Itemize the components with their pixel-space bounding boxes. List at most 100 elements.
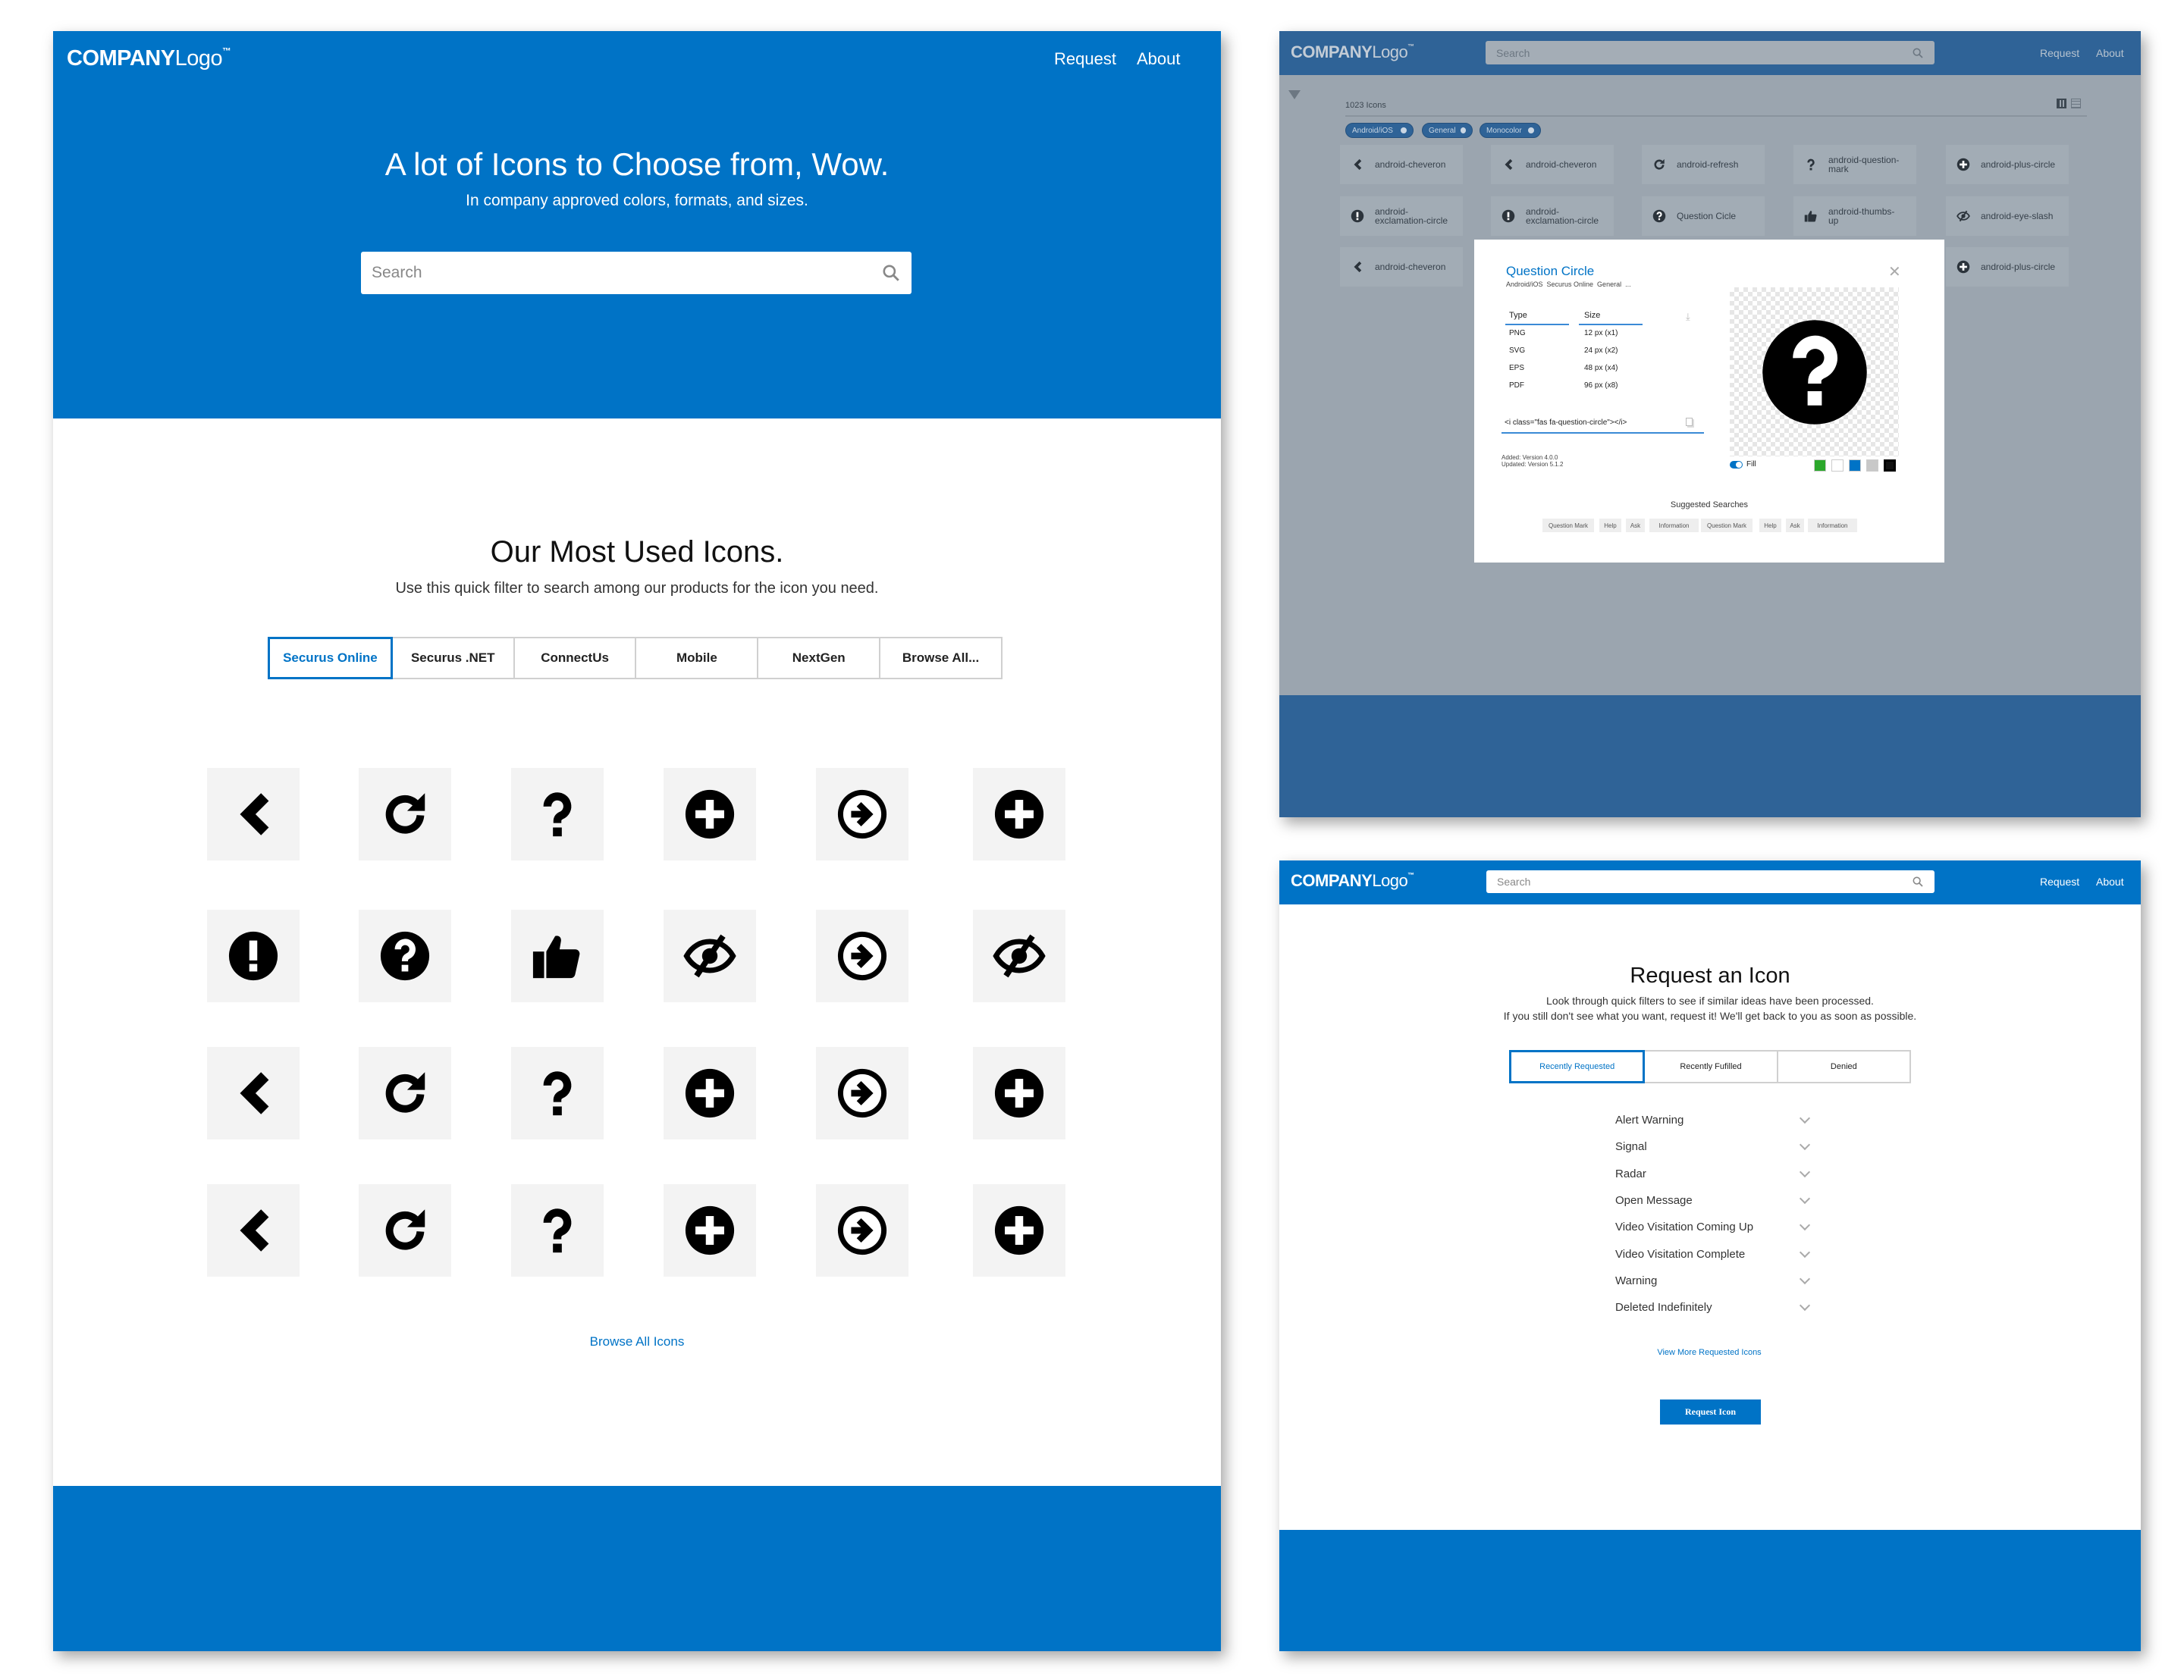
requested-item[interactable]: Radar: [1615, 1168, 1646, 1180]
tab-browse-all[interactable]: Browse All...: [880, 638, 1001, 678]
search-icon[interactable]: [1912, 876, 1924, 888]
icon-tile[interactable]: [511, 1047, 604, 1139]
close-icon[interactable]: ✕: [1888, 262, 1901, 281]
icon-tile[interactable]: [973, 768, 1065, 860]
icon-tile[interactable]: [511, 768, 604, 860]
icon-tile[interactable]: [359, 910, 451, 1002]
icon-tile[interactable]: [664, 910, 756, 1002]
color-swatch[interactable]: [1884, 459, 1896, 472]
format-size[interactable]: 24 px (x2): [1584, 346, 1618, 355]
chip-remove-icon[interactable]: [1460, 127, 1466, 133]
suggested-search-chip[interactable]: Help: [1759, 519, 1781, 532]
icon-tile[interactable]: [207, 910, 300, 1002]
icon-tile[interactable]: android-plus-circle: [1946, 247, 2069, 287]
icon-tile[interactable]: [664, 1184, 756, 1277]
icon-tile[interactable]: [816, 910, 908, 1002]
icon-tile[interactable]: [816, 768, 908, 860]
format-size[interactable]: 96 px (x8): [1584, 381, 1618, 390]
suggested-search-chip[interactable]: Ask: [1626, 519, 1645, 532]
format-type[interactable]: PNG: [1509, 329, 1526, 337]
company-logo[interactable]: COMPANYLogo™: [1291, 871, 1414, 891]
filter-chip[interactable]: Monocolor: [1480, 123, 1541, 138]
requested-item[interactable]: Video Visitation Coming Up: [1615, 1221, 1753, 1233]
color-swatch[interactable]: [1866, 459, 1878, 472]
grid-view-icon[interactable]: [2057, 99, 2066, 108]
view-more-link[interactable]: View More Requested Icons: [1279, 1348, 2139, 1357]
chevron-down-icon[interactable]: [1799, 1300, 1811, 1312]
request-search-input[interactable]: Search: [1486, 870, 1935, 893]
requested-item[interactable]: Video Visitation Complete: [1615, 1248, 1745, 1261]
requested-item[interactable]: Signal: [1615, 1140, 1647, 1153]
format-size[interactable]: 12 px (x1): [1584, 329, 1618, 337]
chevron-down-icon[interactable]: [1799, 1193, 1811, 1204]
chevron-down-icon[interactable]: [1799, 1166, 1811, 1177]
nav-about[interactable]: About: [2096, 876, 2124, 888]
filter-chip[interactable]: General: [1422, 123, 1473, 138]
chevron-down-icon[interactable]: [1799, 1246, 1811, 1258]
request-icon-button[interactable]: Request Icon: [1660, 1399, 1761, 1425]
filter-chip[interactable]: Android/iOS: [1345, 123, 1414, 138]
icon-tile[interactable]: android-question-mark: [1793, 145, 1916, 184]
icon-tile[interactable]: [816, 1047, 908, 1139]
company-logo[interactable]: COMPANYLogo™: [1291, 42, 1414, 62]
list-view-icon[interactable]: [2071, 99, 2081, 108]
chevron-down-icon[interactable]: [1799, 1273, 1811, 1284]
icon-tile[interactable]: [973, 1184, 1065, 1277]
search-icon[interactable]: [881, 263, 901, 283]
color-swatch[interactable]: [1814, 459, 1826, 472]
icon-tile[interactable]: [973, 1047, 1065, 1139]
icon-tile[interactable]: [664, 1047, 756, 1139]
tab-securus-net[interactable]: Securus .NET: [392, 638, 515, 678]
requested-item[interactable]: Open Message: [1615, 1194, 1693, 1207]
icon-tile[interactable]: [664, 768, 756, 860]
suggested-search-chip[interactable]: Information: [1649, 519, 1699, 532]
chevron-down-icon[interactable]: [1799, 1220, 1811, 1231]
icon-tile[interactable]: [207, 1184, 300, 1277]
color-swatch[interactable]: [1849, 459, 1861, 472]
tab-recently-requested[interactable]: Recently Requested: [1509, 1050, 1646, 1083]
format-type[interactable]: PDF: [1509, 381, 1524, 390]
filter-icon[interactable]: [1288, 90, 1301, 99]
requested-item[interactable]: Alert Warning: [1615, 1114, 1684, 1127]
icon-tile[interactable]: android-cheveron: [1491, 145, 1614, 184]
icon-tile[interactable]: android-eye-slash: [1946, 196, 2069, 236]
suggested-search-chip[interactable]: Ask: [1786, 519, 1804, 532]
download-icon[interactable]: ⤓: [1686, 311, 1690, 323]
chevron-down-icon[interactable]: [1799, 1139, 1811, 1151]
icon-tile[interactable]: [359, 1184, 451, 1277]
nav-request[interactable]: Request: [1054, 49, 1116, 69]
icon-tile[interactable]: android-cheveron: [1340, 247, 1463, 287]
format-size[interactable]: 48 px (x4): [1584, 364, 1618, 372]
tab-nextgen[interactable]: NextGen: [758, 638, 881, 678]
tab-securus-online[interactable]: Securus Online: [268, 637, 393, 679]
icon-tile[interactable]: android-cheveron: [1340, 145, 1463, 184]
fill-toggle[interactable]: [1730, 461, 1743, 469]
copy-icon[interactable]: [1686, 418, 1693, 426]
icon-tile[interactable]: [359, 1047, 451, 1139]
icon-tile[interactable]: [973, 910, 1065, 1002]
suggested-search-chip[interactable]: Question Mark: [1701, 519, 1753, 532]
hero-search-input[interactable]: Search: [361, 252, 912, 294]
tab-connectus[interactable]: ConnectUs: [514, 638, 637, 678]
suggested-search-chip[interactable]: Information: [1808, 519, 1857, 532]
tab-recently-fufilled[interactable]: Recently Fufilled: [1645, 1052, 1778, 1082]
requested-item[interactable]: Warning: [1615, 1274, 1657, 1287]
suggested-search-chip[interactable]: Question Mark: [1542, 519, 1594, 532]
icon-tile[interactable]: android-thumbs-up: [1793, 196, 1916, 236]
browse-search-input[interactable]: Search: [1486, 41, 1935, 64]
icon-tile[interactable]: android-exclamation-circle: [1340, 196, 1463, 236]
suggested-search-chip[interactable]: Help: [1599, 519, 1621, 532]
browse-all-link[interactable]: Browse All Icons: [53, 1334, 1221, 1349]
nav-about[interactable]: About: [2096, 47, 2124, 59]
icon-tile[interactable]: Question Cicle: [1642, 196, 1765, 236]
tab-denied[interactable]: Denied: [1778, 1052, 1909, 1082]
chevron-down-icon[interactable]: [1799, 1112, 1811, 1124]
search-icon[interactable]: [1912, 47, 1924, 59]
icon-tile[interactable]: android-refresh: [1642, 145, 1765, 184]
icon-tile[interactable]: [816, 1184, 908, 1277]
tab-mobile[interactable]: Mobile: [636, 638, 759, 678]
icon-tile[interactable]: [511, 1184, 604, 1277]
icon-tile[interactable]: [207, 1047, 300, 1139]
format-type[interactable]: SVG: [1509, 346, 1525, 355]
code-snippet-field[interactable]: <i class="fas fa-question-circle"></i>: [1505, 418, 1627, 427]
